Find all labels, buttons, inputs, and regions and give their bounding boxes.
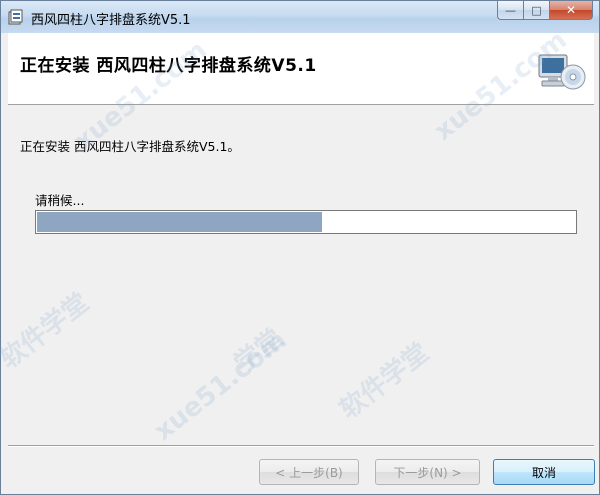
maximize-button[interactable]: □ — [523, 1, 549, 20]
title-bar[interactable]: 西风四柱八字排盘系统V5.1 — □ ✕ — [1, 1, 599, 33]
cancel-button[interactable]: 取消 — [493, 459, 595, 485]
close-icon: ✕ — [565, 3, 577, 17]
progress-bar — [35, 210, 577, 234]
next-button[interactable]: 下一步(N) > — [375, 459, 480, 485]
minimize-button[interactable]: — — [497, 1, 523, 20]
progress-bar-fill — [37, 212, 322, 232]
content-area: 正在安装 西风四柱八字排盘系统V5.1。 请稍候... — [8, 105, 594, 445]
maximize-icon: □ — [531, 3, 542, 17]
caption-buttons: — □ ✕ — [497, 1, 593, 21]
window-title: 西风四柱八字排盘系统V5.1 — [31, 13, 191, 28]
wait-label: 请稍候... — [35, 193, 85, 208]
close-button[interactable]: ✕ — [549, 1, 593, 20]
computer-cd-icon — [538, 54, 586, 90]
install-status-text: 正在安装 西风四柱八字排盘系统V5.1。 — [20, 139, 240, 154]
installer-window: 西风四柱八字排盘系统V5.1 — □ ✕ 正在安装 西风四柱八字排盘系统V5.1… — [0, 0, 600, 495]
minimize-icon: — — [505, 3, 516, 17]
footer-separator — [8, 445, 594, 447]
installer-app-icon — [8, 9, 23, 25]
back-button[interactable]: < 上一步(B) — [259, 459, 359, 485]
page-title: 正在安装 西风四柱八字排盘系统V5.1 — [20, 56, 317, 76]
header-banner: 正在安装 西风四柱八字排盘系统V5.1 — [8, 33, 594, 105]
